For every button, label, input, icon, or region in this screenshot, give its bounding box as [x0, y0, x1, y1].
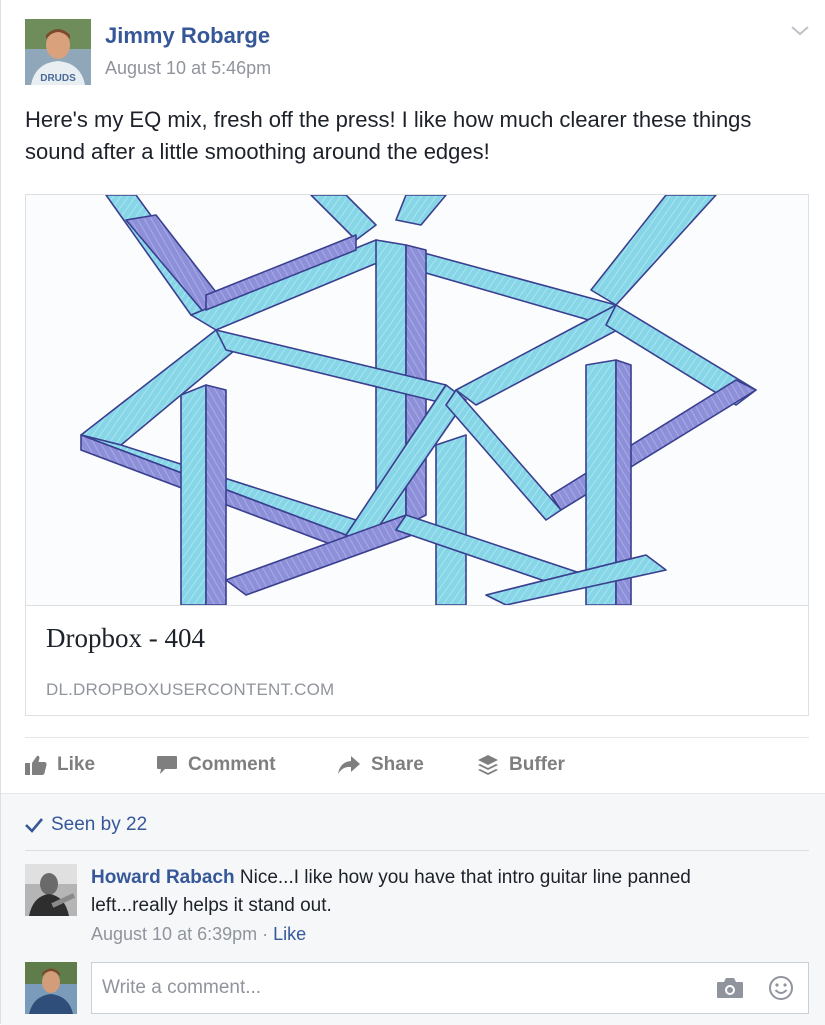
comment-author-name[interactable]: Howard Rabach [91, 867, 235, 888]
comments-section: Seen by 22 Howard Rabach Nice...I like h… [1, 793, 825, 1025]
link-preview[interactable]: Dropbox - 404 DL.DROPBOXUSERCONTENT.COM [25, 194, 809, 716]
comment-body: Howard Rabach Nice...I like how you have… [91, 864, 781, 920]
post-timestamp[interactable]: August 10 at 5:46pm [105, 58, 271, 79]
seen-by-label: Seen by 22 [51, 814, 148, 835]
author-avatar[interactable]: DRUDS [25, 19, 91, 85]
comments-divider [25, 850, 809, 851]
action-bar-divider [25, 737, 809, 738]
current-user-avatar[interactable] [25, 962, 77, 1014]
buffer-stack-icon [478, 755, 498, 775]
comment-bubble-icon [157, 756, 177, 774]
comment-button[interactable]: Comment [156, 750, 276, 780]
comment-button-label: Comment [188, 754, 276, 775]
comment-composer[interactable] [91, 962, 809, 1014]
buffer-button-label: Buffer [509, 754, 565, 775]
emoji-icon[interactable] [768, 975, 794, 1001]
comment-meta-separator: · [262, 924, 269, 944]
comment-meta: August 10 at 6:39pm · Like [91, 924, 306, 945]
like-thumb-icon [25, 755, 47, 775]
post-author-name[interactable]: Jimmy Robarge [105, 23, 270, 49]
share-arrow-icon [338, 756, 360, 774]
avatar-shirt-text: DRUDS [40, 73, 76, 84]
chevron-down-icon[interactable] [789, 20, 811, 40]
commenter-avatar[interactable] [25, 864, 77, 916]
share-button[interactable]: Share [337, 750, 424, 780]
comment-timestamp[interactable]: August 10 at 6:39pm [91, 924, 257, 944]
post-card: DRUDS Jimmy Robarge August 10 at 5:46pm … [0, 0, 825, 1025]
share-button-label: Share [371, 754, 424, 775]
camera-icon[interactable] [716, 976, 744, 1000]
checkmark-icon [25, 818, 43, 833]
comment-like-link[interactable]: Like [273, 924, 306, 944]
post-message: Here's my EQ mix, fresh off the press! I… [25, 107, 752, 164]
buffer-button[interactable]: Buffer [477, 750, 565, 780]
seen-by-indicator[interactable]: Seen by 22 [25, 814, 147, 836]
link-preview-image[interactable] [26, 195, 808, 606]
link-preview-title[interactable]: Dropbox - 404 [46, 623, 205, 654]
like-button[interactable]: Like [25, 750, 95, 780]
comment-input[interactable] [92, 963, 712, 1013]
like-button-label: Like [57, 754, 96, 775]
link-preview-domain: DL.DROPBOXUSERCONTENT.COM [46, 680, 335, 699]
